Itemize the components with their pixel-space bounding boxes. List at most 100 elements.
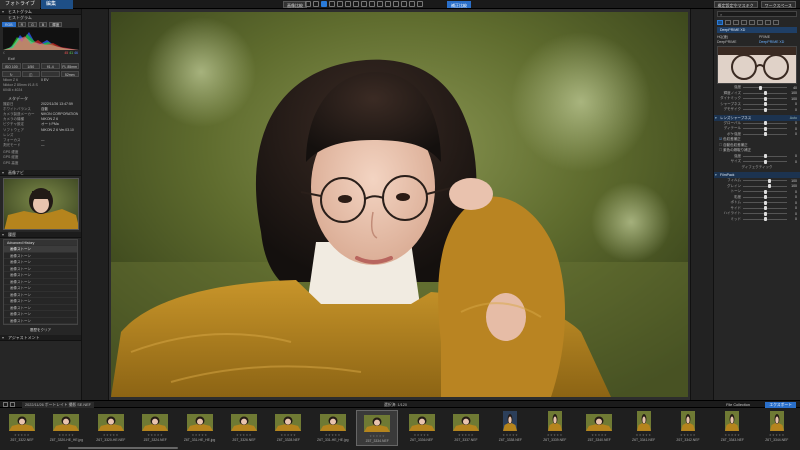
tool-search-input[interactable]: ⌕ xyxy=(717,11,797,17)
slider-value[interactable]: 100 xyxy=(787,91,797,95)
moon-icon[interactable]: ☾ xyxy=(3,51,6,55)
filmstrip-thumbnail[interactable]: ★★★★★ Z6T_3342.NEF xyxy=(667,410,709,446)
filmpack-section[interactable]: FilmPack xyxy=(714,172,800,178)
rating-stars[interactable]: ★★★★★ xyxy=(179,433,221,437)
perspective-icon[interactable] xyxy=(345,1,351,7)
clone-icon[interactable] xyxy=(361,1,367,7)
slider-track[interactable] xyxy=(743,195,787,200)
brush-icon[interactable] xyxy=(393,1,399,7)
eyedropper-icon[interactable] xyxy=(401,1,407,7)
denoise-radio[interactable]: DeepPRIME XD xyxy=(759,40,797,44)
rating-stars[interactable]: ★★★★★ xyxy=(1,433,43,437)
hist-tab-rgb[interactable]: RGB xyxy=(2,22,16,27)
filmstrip-thumbnail[interactable]: ★★★★★ Z6T_3328.NEF xyxy=(267,410,309,446)
compare-button[interactable]: 画像比較 xyxy=(283,1,307,8)
palette-color-icon[interactable] xyxy=(733,20,739,25)
rotate-icon[interactable]: ↻ xyxy=(2,71,21,77)
slider-track[interactable] xyxy=(743,206,787,211)
filmstrip-thumbnail[interactable]: ★★★★★ Z6T_3337.NEF xyxy=(445,410,487,446)
slider-value[interactable]: 0 xyxy=(787,212,797,216)
redeye-icon[interactable] xyxy=(369,1,375,7)
slider-value[interactable]: 0 xyxy=(787,206,797,210)
palette-all-icon[interactable] xyxy=(717,20,723,25)
rating-stars[interactable]: ★★★★★ xyxy=(489,433,531,437)
slider-value[interactable]: 0 xyxy=(787,201,797,205)
filmstrip-thumbnail[interactable]: ★★★★★ Z6T_3322.NEF xyxy=(1,410,43,446)
main-photo[interactable] xyxy=(111,12,688,397)
slider-track[interactable] xyxy=(743,85,787,90)
slider-track[interactable] xyxy=(743,154,787,159)
rating-stars[interactable]: ★★★★★ xyxy=(357,434,397,438)
filmstrip-thumbnail[interactable]: ★★★★★ Z6T_3339.NEF xyxy=(534,410,576,446)
palette-local-icon[interactable] xyxy=(757,20,763,25)
slider-handle[interactable] xyxy=(763,195,767,200)
slider-track[interactable] xyxy=(743,91,787,96)
slider-handle[interactable] xyxy=(763,121,767,126)
slider-value[interactable]: 100 xyxy=(787,97,797,101)
tab-edit[interactable]: 編集 xyxy=(41,0,73,9)
slider-track[interactable] xyxy=(743,184,787,189)
crop-icon[interactable] xyxy=(329,1,335,7)
slider-handle[interactable] xyxy=(763,206,767,211)
slider-value[interactable]: 100 xyxy=(787,179,797,183)
slider-handle[interactable] xyxy=(763,107,767,112)
rating-stars[interactable]: ★★★★★ xyxy=(90,433,132,437)
palette-light-icon[interactable] xyxy=(725,20,731,25)
slider-value[interactable]: 0 xyxy=(787,160,797,164)
palette-detail-icon[interactable] xyxy=(741,20,747,25)
rating-stars[interactable]: ★★★★★ xyxy=(267,433,309,437)
rating-stars[interactable]: ★★★★★ xyxy=(45,433,87,437)
slider-handle[interactable] xyxy=(763,200,767,205)
slider-track[interactable] xyxy=(743,121,787,126)
image-viewer[interactable] xyxy=(109,9,690,400)
slider-handle[interactable] xyxy=(767,178,771,183)
slider-value[interactable]: 0 xyxy=(787,102,797,106)
navigator-section-header[interactable]: 画像ナビ xyxy=(0,169,81,176)
slider-track[interactable] xyxy=(743,96,787,101)
filmstrip-thumbnail[interactable]: ★★★★★ Z6T_3338.NEF xyxy=(489,410,531,446)
gradient-icon[interactable] xyxy=(385,1,391,7)
navigator-thumbnail[interactable] xyxy=(3,177,79,230)
filmstrip-thumbnail[interactable]: ★★★★★ Z6T_3320-HE.NEF xyxy=(90,410,132,446)
slider-handle[interactable] xyxy=(763,96,767,101)
hist-tab-luma[interactable]: 輝度 xyxy=(49,22,63,27)
heal-icon[interactable] xyxy=(353,1,359,7)
slider-handle[interactable] xyxy=(763,154,767,159)
palette-metadata-icon[interactable] xyxy=(765,20,771,25)
zoom-icon[interactable] xyxy=(313,1,319,7)
palette-geometry-icon[interactable] xyxy=(749,20,755,25)
filmstrip-thumbnail[interactable]: ★★★★★ Z6T_3343.NEF xyxy=(711,410,753,446)
rating-stars[interactable]: ★★★★★ xyxy=(756,433,798,437)
straighten-icon[interactable] xyxy=(337,1,343,7)
filmstrip-thumbnail[interactable]: ★★★★★ Z6T_3334.NEF xyxy=(356,410,399,446)
slider-value[interactable]: 0 xyxy=(787,121,797,125)
clear-history-button[interactable]: 履歴をクリア xyxy=(21,327,61,333)
grid-icon[interactable] xyxy=(409,1,415,7)
correction-compare-button[interactable]: 補正比較 xyxy=(447,1,471,8)
slider-handle[interactable] xyxy=(763,91,767,96)
filmstrip-thumbnail[interactable]: ★★★★★ Z6T_3336.NEF xyxy=(401,410,443,446)
slider-value[interactable]: 0 xyxy=(787,132,797,136)
slider-value[interactable]: 0 xyxy=(787,127,797,131)
history-section-header[interactable]: 履歴 xyxy=(0,231,81,238)
rating-stars[interactable]: ★★★★★ xyxy=(623,433,665,437)
filmstrip-thumbnail[interactable]: ★★★★★ Z6T_3320-HE_HE.jpg xyxy=(45,410,87,446)
slider-handle[interactable] xyxy=(763,217,767,222)
slider-track[interactable] xyxy=(743,217,787,222)
slider-handle[interactable] xyxy=(763,189,767,194)
filmstrip-thumbnail[interactable]: ★★★★★ Z6T_331-HE_HE.jpg xyxy=(179,410,221,446)
rating-stars[interactable]: ★★★★★ xyxy=(711,433,753,437)
slider-track[interactable] xyxy=(743,178,787,183)
workspace-button[interactable]: ワークスペース xyxy=(760,1,796,8)
rating-stars[interactable]: ★★★★★ xyxy=(312,433,354,437)
slider-value[interactable]: 100 xyxy=(787,184,797,188)
select-icon[interactable] xyxy=(321,1,327,7)
slider-value[interactable]: 0 xyxy=(787,108,797,112)
rating-stars[interactable]: ★★★★★ xyxy=(445,433,487,437)
slider-handle[interactable] xyxy=(759,85,763,90)
rating-stars[interactable]: ★★★★★ xyxy=(223,433,265,437)
loupe-preview[interactable] xyxy=(717,46,797,84)
filmstrip-thumbnail[interactable]: ★★★★★ Z6T_3340.NEF xyxy=(578,410,620,446)
tab-photo-library[interactable]: フォトライブラリ xyxy=(0,0,40,16)
slider-track[interactable] xyxy=(743,159,787,164)
